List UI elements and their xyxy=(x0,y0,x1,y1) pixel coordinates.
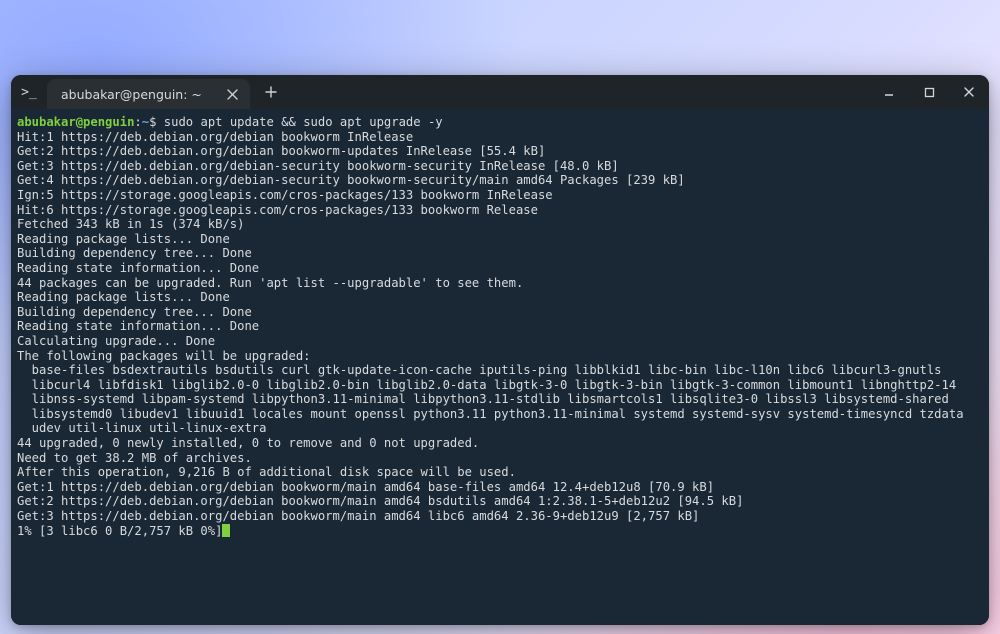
terminal-line: 44 upgraded, 0 newly installed, 0 to rem… xyxy=(17,436,479,450)
window-controls xyxy=(869,75,989,109)
terminal-line: Building dependency tree... Done xyxy=(17,246,252,260)
terminal-line: Reading state information... Done xyxy=(17,319,259,333)
prompt-path: ~ xyxy=(142,115,149,129)
tab-active[interactable]: abubakar@penguin: ~ xyxy=(47,79,250,109)
titlebar[interactable]: >_ abubakar@penguin: ~ xyxy=(11,75,989,109)
progress-line: 1% [3 libc6 0 B/2,757 kB 0%] xyxy=(17,524,222,538)
terminal-line: 44 packages can be upgraded. Run 'apt li… xyxy=(17,276,523,290)
terminal-line: Ign:5 https://storage.googleapis.com/cro… xyxy=(17,188,553,202)
terminal-line: libsystemd0 libudev1 libuuid1 locales mo… xyxy=(17,407,964,421)
terminal-line: Hit:6 https://storage.googleapis.com/cro… xyxy=(17,203,538,217)
terminal-line: The following packages will be upgraded: xyxy=(17,349,311,363)
close-button[interactable] xyxy=(949,75,989,109)
cursor xyxy=(222,524,229,537)
new-tab-button[interactable] xyxy=(260,81,282,103)
terminal-viewport[interactable]: abubakar@penguin:~$ sudo apt update && s… xyxy=(11,109,989,625)
titlebar-drag-area[interactable] xyxy=(282,75,869,109)
terminal-line: libcurl4 libfdisk1 libglib2.0-0 libglib2… xyxy=(17,378,956,392)
prompt-host: penguin xyxy=(83,115,134,129)
terminal-line: libnss-systemd libpam-systemd libpython3… xyxy=(17,392,949,406)
prompt-user: abubakar xyxy=(17,115,76,129)
terminal-line: Need to get 38.2 MB of archives. xyxy=(17,451,252,465)
terminal-line: Reading package lists... Done xyxy=(17,232,230,246)
terminal-line: Get:2 https://deb.debian.org/debian book… xyxy=(17,494,743,508)
prompt-dollar: $ xyxy=(149,115,164,129)
terminal-line: Calculating upgrade... Done xyxy=(17,334,215,348)
prompt-at: @ xyxy=(76,115,83,129)
terminal-line: Get:2 https://deb.debian.org/debian book… xyxy=(17,144,545,158)
terminal-line: Get:3 https://deb.debian.org/debian-secu… xyxy=(17,159,619,173)
terminal-line: Get:4 https://deb.debian.org/debian-secu… xyxy=(17,173,685,187)
terminal-line: Hit:1 https://deb.debian.org/debian book… xyxy=(17,130,413,144)
terminal-line: Get:3 https://deb.debian.org/debian book… xyxy=(17,509,699,523)
terminal-line: udev util-linux util-linux-extra xyxy=(17,421,266,435)
terminal-line: After this operation, 9,216 B of additio… xyxy=(17,465,516,479)
tab-title: abubakar@penguin: ~ xyxy=(61,87,202,102)
prompt-colon: : xyxy=(134,115,141,129)
terminal-window: >_ abubakar@penguin: ~ abubakar@penguin:… xyxy=(11,75,989,625)
terminal-line: base-files bsdextrautils bsdutils curl g… xyxy=(17,363,942,377)
tab-close-button[interactable] xyxy=(222,83,244,105)
maximize-button[interactable] xyxy=(909,75,949,109)
terminal-app-icon: >_ xyxy=(11,75,47,109)
terminal-line: Get:1 https://deb.debian.org/debian book… xyxy=(17,480,714,494)
terminal-line: Reading package lists... Done xyxy=(17,290,230,304)
minimize-button[interactable] xyxy=(869,75,909,109)
terminal-line: Fetched 343 kB in 1s (374 kB/s) xyxy=(17,217,244,231)
prompt-command: sudo apt update && sudo apt upgrade -y xyxy=(164,115,443,129)
terminal-line: Building dependency tree... Done xyxy=(17,305,252,319)
terminal-line: Reading state information... Done xyxy=(17,261,259,275)
